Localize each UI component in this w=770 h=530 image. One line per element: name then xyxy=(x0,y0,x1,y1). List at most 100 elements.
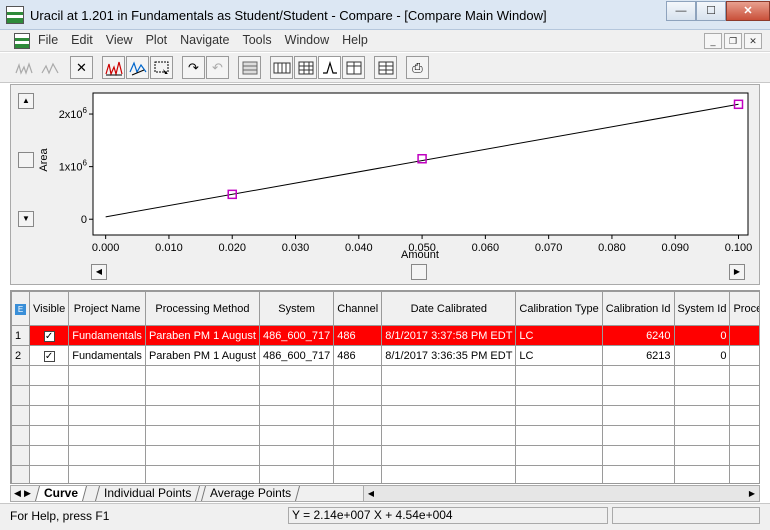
empty-cell[interactable] xyxy=(601,385,675,406)
zoom-peaks-icon[interactable] xyxy=(126,56,149,79)
empty-table-row[interactable] xyxy=(11,465,759,483)
cell-channel[interactable]: 486 xyxy=(333,345,383,366)
empty-cell[interactable] xyxy=(68,405,146,426)
empty-cell[interactable] xyxy=(381,465,517,483)
empty-cell[interactable] xyxy=(28,365,70,386)
tab-nav-next-icon[interactable]: ▶ xyxy=(24,488,31,499)
empty-table-row[interactable] xyxy=(11,365,759,386)
grid-scroll-right-icon[interactable]: ▶ xyxy=(745,486,759,501)
cell-processing[interactable] xyxy=(729,325,759,346)
empty-cell[interactable] xyxy=(28,385,70,406)
document-icon[interactable] xyxy=(14,33,30,49)
column-header-channel[interactable]: Channel xyxy=(333,291,383,326)
tab-individual-points[interactable]: Individual Points xyxy=(94,486,201,501)
empty-cell[interactable] xyxy=(68,425,146,446)
empty-cell[interactable] xyxy=(144,425,260,446)
empty-cell[interactable] xyxy=(601,425,675,446)
column-header-project-name[interactable]: Project Name xyxy=(68,291,146,326)
empty-cell[interactable] xyxy=(601,465,675,483)
menu-file[interactable]: File xyxy=(38,33,58,47)
mdi-restore-button[interactable]: ❐ xyxy=(724,33,742,49)
overlay-chromatogram-icon[interactable] xyxy=(102,56,125,79)
row-number[interactable] xyxy=(11,425,30,446)
empty-cell[interactable] xyxy=(729,405,759,426)
table-corner-icon[interactable]: E xyxy=(15,303,26,315)
empty-cell[interactable] xyxy=(28,425,70,446)
empty-cell[interactable] xyxy=(729,425,759,446)
menu-view[interactable]: View xyxy=(106,33,133,47)
peak-icon-2[interactable] xyxy=(38,56,61,79)
visible-checkbox[interactable]: ✓ xyxy=(43,330,55,342)
row-number[interactable] xyxy=(11,385,30,406)
mdi-minimize-button[interactable]: _ xyxy=(704,33,722,49)
cell-calibration-type[interactable]: LC xyxy=(515,345,603,366)
mdi-close-button[interactable]: ✕ xyxy=(744,33,762,49)
table-row[interactable]: 2 ✓ Fundamentals Paraben PM 1 August 486_600… xyxy=(11,345,759,366)
empty-cell[interactable] xyxy=(258,445,335,466)
table-corner[interactable]: E xyxy=(11,291,30,326)
maximize-button[interactable]: ☐ xyxy=(696,1,726,21)
scroll-left-arrow-icon[interactable]: ◀ xyxy=(91,264,107,280)
row-number[interactable] xyxy=(11,365,30,386)
cell-system-id[interactable]: 0 xyxy=(673,345,731,366)
calibration-view-icon[interactable] xyxy=(342,56,365,79)
tab-average-points[interactable]: Average Points xyxy=(200,486,301,501)
empty-table-row[interactable] xyxy=(11,405,759,426)
empty-cell[interactable] xyxy=(673,425,731,446)
empty-cell[interactable] xyxy=(381,405,517,426)
empty-cell[interactable] xyxy=(381,445,517,466)
empty-cell[interactable] xyxy=(68,445,146,466)
empty-cell[interactable] xyxy=(333,465,383,483)
empty-cell[interactable] xyxy=(729,445,759,466)
empty-cell[interactable] xyxy=(258,365,335,386)
redo-icon[interactable]: ↷ xyxy=(182,56,205,79)
empty-cell[interactable] xyxy=(144,465,260,483)
empty-cell[interactable] xyxy=(381,425,517,446)
empty-cell[interactable] xyxy=(515,425,603,446)
empty-cell[interactable] xyxy=(333,405,383,426)
empty-cell[interactable] xyxy=(68,365,146,386)
menu-tools[interactable]: Tools xyxy=(242,33,271,47)
print-icon[interactable]: ⎙ xyxy=(406,56,429,79)
cell-processing-method[interactable]: Paraben PM 1 August xyxy=(144,325,260,346)
empty-cell[interactable] xyxy=(673,465,731,483)
row-number[interactable] xyxy=(11,465,30,483)
empty-cell[interactable] xyxy=(333,365,383,386)
cell-date-calibrated[interactable]: 8/1/2017 3:37:58 PM EDT xyxy=(381,325,517,346)
empty-cell[interactable] xyxy=(68,385,146,406)
result-table-icon[interactable] xyxy=(270,56,293,79)
column-header-processing[interactable]: Proce xyxy=(729,291,759,326)
close-button[interactable]: ✕ xyxy=(726,1,770,21)
empty-cell[interactable] xyxy=(673,445,731,466)
empty-cell[interactable] xyxy=(68,465,146,483)
cell-system[interactable]: 486_600_717 xyxy=(258,345,335,366)
table-row[interactable]: 1 ✓ Fundamentals Paraben PM 1 August 486_600… xyxy=(11,325,759,346)
empty-cell[interactable] xyxy=(381,385,517,406)
empty-cell[interactable] xyxy=(144,405,260,426)
minimize-button[interactable]: — xyxy=(666,1,696,21)
empty-table-row[interactable] xyxy=(11,385,759,406)
empty-cell[interactable] xyxy=(258,465,335,483)
empty-cell[interactable] xyxy=(381,365,517,386)
cell-system[interactable]: 486_600_717 xyxy=(258,325,335,346)
column-header-calibration-id[interactable]: Calibration Id xyxy=(601,291,675,326)
column-header-date-calibrated[interactable]: Date Calibrated xyxy=(381,291,517,326)
empty-cell[interactable] xyxy=(601,405,675,426)
menu-help[interactable]: Help xyxy=(342,33,368,47)
peak-icon-1[interactable] xyxy=(12,56,35,79)
empty-cell[interactable] xyxy=(333,425,383,446)
empty-cell[interactable] xyxy=(673,385,731,406)
empty-cell[interactable] xyxy=(601,445,675,466)
empty-cell[interactable] xyxy=(729,365,759,386)
row-number[interactable] xyxy=(11,405,30,426)
empty-cell[interactable] xyxy=(28,465,70,483)
empty-cell[interactable] xyxy=(515,465,603,483)
empty-cell[interactable] xyxy=(515,385,603,406)
cell-visible[interactable]: ✓ xyxy=(28,325,70,346)
tab-curve[interactable]: Curve xyxy=(34,486,88,501)
row-number[interactable] xyxy=(11,445,30,466)
cell-calibration-id[interactable]: 6240 xyxy=(601,325,675,346)
empty-cell[interactable] xyxy=(144,445,260,466)
empty-table-row[interactable] xyxy=(11,425,759,446)
empty-cell[interactable] xyxy=(601,365,675,386)
